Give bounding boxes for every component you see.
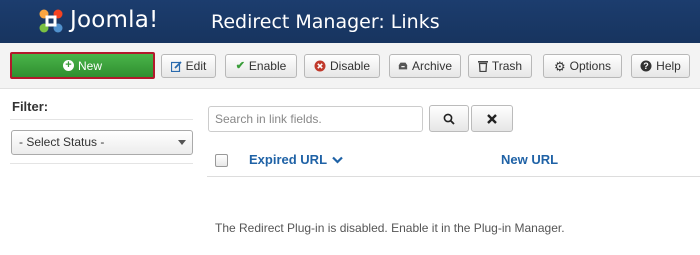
trash-icon xyxy=(477,61,488,72)
archive-button[interactable]: Archive xyxy=(389,54,461,78)
trash-button[interactable]: Trash xyxy=(468,54,532,78)
chevron-down-icon xyxy=(332,156,343,164)
question-icon: ? xyxy=(640,60,652,72)
column-expired-url[interactable]: Expired URL xyxy=(249,152,343,167)
edit-icon xyxy=(170,60,182,72)
options-button[interactable]: ⚙ Options xyxy=(543,54,622,78)
enable-button-label: Enable xyxy=(248,59,287,73)
clear-search-button[interactable] xyxy=(471,105,513,132)
search-button[interactable] xyxy=(429,105,469,132)
header-bar: Joomla! Redirect Manager: Links xyxy=(0,0,700,43)
column-new-url[interactable]: New URL xyxy=(501,152,558,167)
edit-button-label: Edit xyxy=(185,59,207,73)
trash-button-label: Trash xyxy=(491,59,523,73)
page-title: Redirect Manager: Links xyxy=(211,11,440,33)
help-button-label: Help xyxy=(656,59,681,73)
logo-text: Joomla! xyxy=(70,7,159,33)
new-button[interactable]: + New xyxy=(10,52,155,79)
edit-button[interactable]: Edit xyxy=(161,54,216,78)
column-expired-url-label: Expired URL xyxy=(249,152,328,167)
select-all-checkbox[interactable] xyxy=(215,154,228,167)
chevron-down-icon xyxy=(178,140,186,145)
toolbar: + New Edit ✔ Enable Disable Archive Tras… xyxy=(0,43,700,89)
joomla-logo-icon xyxy=(39,9,63,33)
filter-label: Filter: xyxy=(12,99,49,114)
search-icon xyxy=(443,113,455,125)
enable-button[interactable]: ✔ Enable xyxy=(225,54,297,78)
check-icon: ✔ xyxy=(235,59,245,72)
search-input[interactable] xyxy=(208,106,423,132)
close-icon xyxy=(487,113,497,124)
table-header: Expired URL New URL xyxy=(207,143,700,177)
archive-button-label: Archive xyxy=(411,59,452,73)
new-button-label: New xyxy=(77,58,102,73)
status-select-value: - Select Status - xyxy=(19,135,105,149)
disable-button-label: Disable xyxy=(329,59,371,73)
disable-button[interactable]: Disable xyxy=(304,54,380,78)
gear-icon: ⚙ xyxy=(553,58,566,74)
plus-circle-icon: + xyxy=(62,60,74,71)
options-button-label: Options xyxy=(569,59,611,73)
joomla-logo[interactable]: Joomla! xyxy=(36,6,176,36)
remove-circle-icon xyxy=(314,60,326,72)
svg-text:?: ? xyxy=(643,61,649,71)
status-message: The Redirect Plug-in is disabled. Enable… xyxy=(215,221,565,235)
status-select[interactable]: - Select Status - xyxy=(11,130,193,155)
help-button[interactable]: ? Help xyxy=(631,54,690,78)
archive-icon xyxy=(398,62,408,70)
divider xyxy=(10,119,193,120)
divider xyxy=(10,163,193,164)
